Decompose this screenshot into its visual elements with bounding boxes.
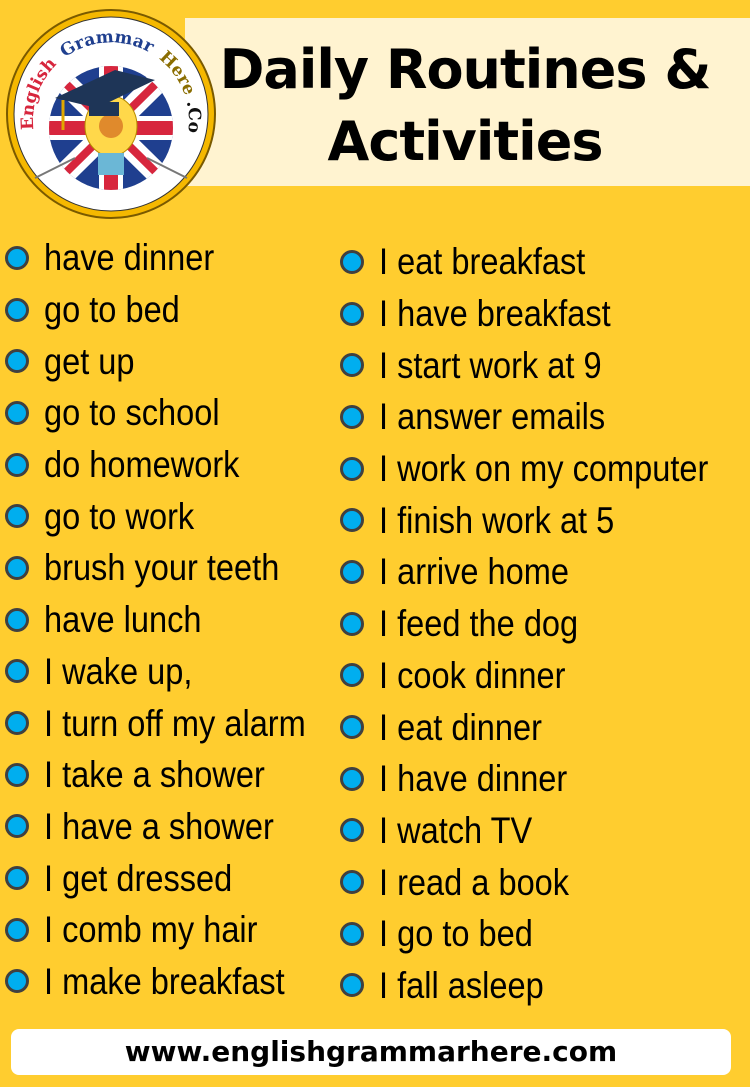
bullet-icon	[5, 659, 29, 684]
bullet-icon	[340, 456, 364, 481]
list-item: have dinner	[5, 232, 341, 284]
list-item-label: I arrive home	[379, 551, 570, 593]
bullet-icon	[340, 818, 364, 843]
list-item: I get dressed	[5, 852, 341, 904]
site-logo: English Grammar Here .Com	[5, 8, 216, 219]
right-column-list: I eat breakfast I have breakfast I start w…	[340, 236, 750, 1011]
list-item: have lunch	[5, 594, 341, 646]
bullet-icon	[340, 559, 364, 584]
list-item: I answer emails	[340, 391, 750, 443]
bullet-icon	[5, 245, 29, 270]
list-item: do homework	[5, 439, 341, 491]
list-item-label: go to work	[44, 495, 195, 537]
list-item: I arrive home	[340, 546, 750, 598]
bullet-icon	[5, 504, 29, 529]
list-item: I read a book	[340, 856, 750, 908]
list-item: get up	[5, 335, 341, 387]
list-item-label: I go to bed	[379, 913, 533, 955]
bullet-icon	[340, 611, 364, 636]
list-item-label: get up	[44, 340, 135, 382]
list-item: I make breakfast	[5, 956, 341, 1008]
list-item: I turn off my alarm	[5, 697, 341, 749]
list-item: go to bed	[5, 284, 341, 336]
list-item: I eat breakfast	[340, 236, 750, 288]
bullet-icon	[5, 762, 29, 787]
bullet-icon	[340, 353, 364, 378]
list-item-label: have dinner	[44, 237, 215, 279]
bullet-icon	[340, 973, 364, 998]
bullet-icon	[5, 711, 29, 736]
list-item-label: I get dressed	[44, 857, 233, 899]
bullet-icon	[340, 921, 364, 946]
title-line-2: Activities	[327, 110, 604, 173]
bullet-icon	[5, 969, 29, 994]
list-item-label: I turn off my alarm	[44, 702, 306, 744]
list-item-label: I fall asleep	[379, 964, 544, 1006]
bullet-icon	[340, 870, 364, 895]
bullet-icon	[340, 663, 364, 688]
bullet-icon	[5, 866, 29, 891]
bullet-icon	[340, 301, 364, 326]
list-item: I watch TV	[340, 805, 750, 857]
list-item: I feed the dog	[340, 598, 750, 650]
list-item: go to work	[5, 490, 341, 542]
list-item-label: I take a shower	[44, 754, 265, 796]
list-item: I eat dinner	[340, 701, 750, 753]
list-item: I take a shower	[5, 749, 341, 801]
list-item-label: I answer emails	[379, 396, 606, 438]
list-item: I start work at 9	[340, 339, 750, 391]
list-item-label: I have dinner	[379, 758, 568, 800]
list-item: I go to bed	[340, 908, 750, 960]
page-title: Daily Routines & Activities	[200, 34, 730, 178]
list-item-label: I have breakfast	[379, 293, 611, 335]
title-line-1: Daily Routines &	[219, 38, 712, 101]
left-column-list: have dinner go to bed get up go to school do…	[5, 232, 341, 1007]
website-url: www.englishgrammarhere.com	[11, 1029, 731, 1075]
bullet-icon	[5, 814, 29, 839]
bullet-icon	[5, 555, 29, 580]
list-item-label: I read a book	[379, 861, 570, 903]
list-item: brush your teeth	[5, 542, 341, 594]
list-item-label: I comb my hair	[44, 909, 258, 951]
bullet-icon	[5, 917, 29, 942]
list-item: I work on my computer	[340, 443, 750, 495]
bullet-icon	[340, 766, 364, 791]
list-item-label: go to school	[44, 392, 220, 434]
list-item: go to school	[5, 387, 341, 439]
list-item: I have a shower	[5, 801, 341, 853]
list-item-label: I finish work at 5	[379, 499, 615, 541]
list-item: I cook dinner	[340, 650, 750, 702]
bullet-icon	[5, 297, 29, 322]
list-item-label: brush your teeth	[44, 547, 280, 589]
list-item-label: go to bed	[44, 289, 180, 331]
list-item-label: I cook dinner	[379, 654, 566, 696]
list-item-label: I feed the dog	[379, 603, 579, 645]
bullet-icon	[5, 349, 29, 374]
list-item-label: I make breakfast	[44, 960, 285, 1002]
list-item-label: I work on my computer	[379, 448, 709, 490]
list-item-label: I eat dinner	[379, 706, 542, 748]
list-item-label: have lunch	[44, 599, 202, 641]
bullet-icon	[340, 715, 364, 740]
bullet-icon	[5, 400, 29, 425]
list-item-label: do homework	[44, 444, 240, 486]
bullet-icon	[340, 249, 364, 274]
list-item-label: I eat breakfast	[379, 241, 586, 283]
list-item-label: I have a shower	[44, 805, 274, 847]
bullet-icon	[5, 607, 29, 632]
bullet-icon	[5, 452, 29, 477]
list-item-label: I watch TV	[379, 809, 533, 851]
list-item: I have dinner	[340, 753, 750, 805]
list-item: I wake up,	[5, 646, 341, 698]
list-item: I comb my hair	[5, 904, 341, 956]
list-item-label: I start work at 9	[379, 344, 602, 386]
list-item: I finish work at 5	[340, 494, 750, 546]
bullet-icon	[340, 508, 364, 533]
bullet-icon	[340, 404, 364, 429]
list-item: I have breakfast	[340, 288, 750, 340]
list-item: I fall asleep	[340, 960, 750, 1012]
list-item-label: I wake up,	[44, 650, 193, 692]
